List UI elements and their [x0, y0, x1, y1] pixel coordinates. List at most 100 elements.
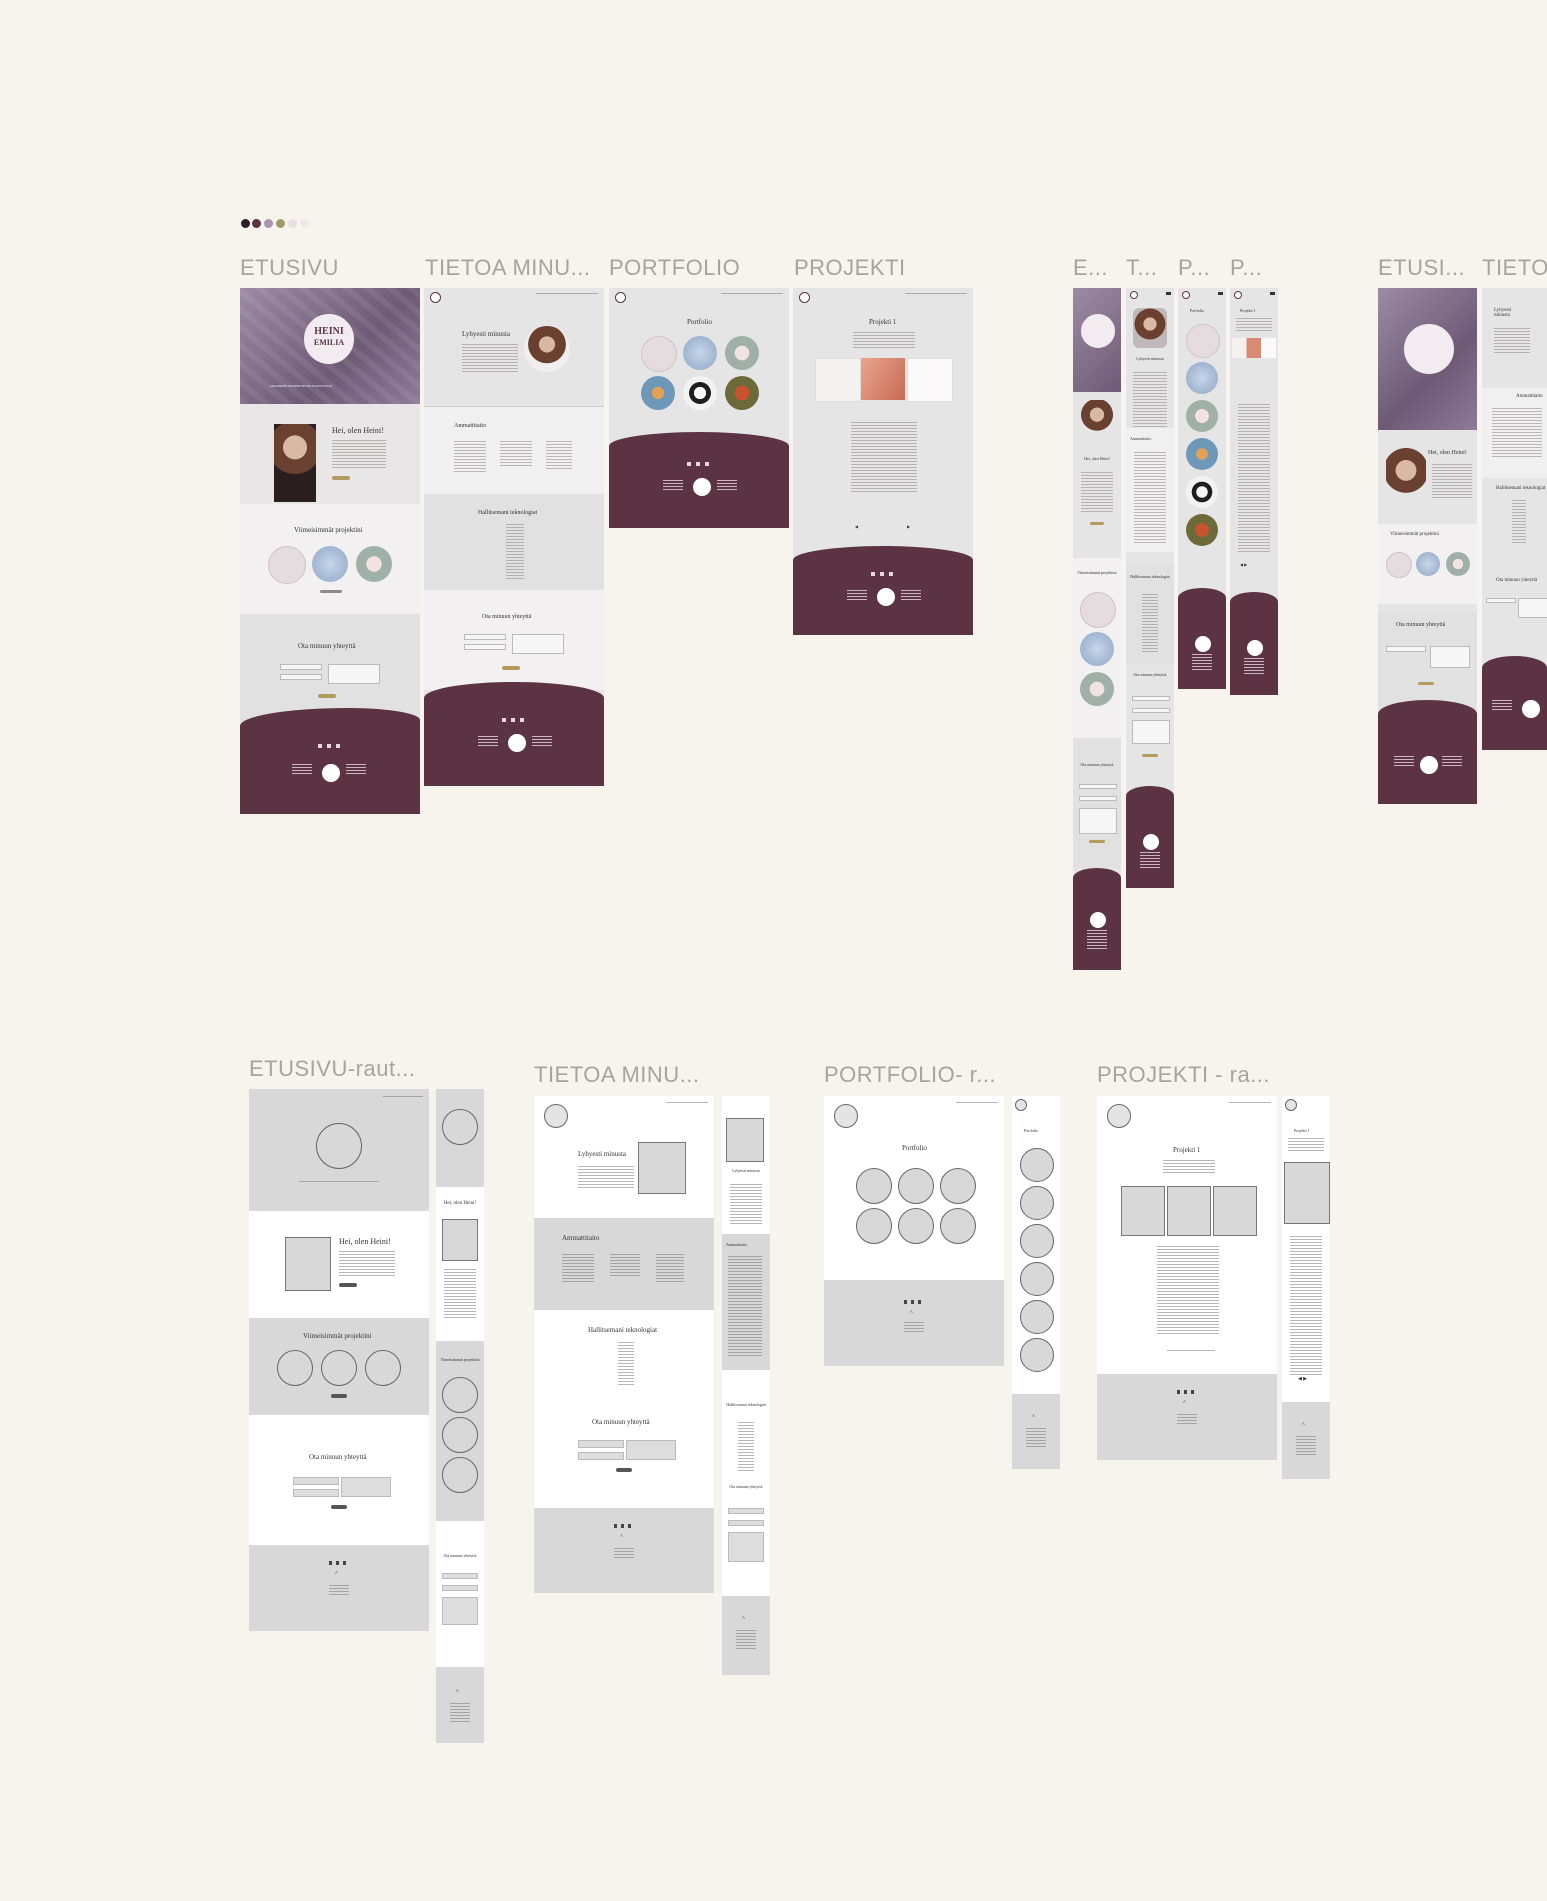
wire-footer-up-arrow[interactable]: ^	[742, 1616, 745, 1622]
wire-footer-social-icons[interactable]	[904, 1300, 924, 1304]
project-thumb-2[interactable]	[1416, 552, 1440, 576]
footer-links[interactable]	[1087, 930, 1107, 950]
menu-icon[interactable]	[1218, 292, 1223, 295]
frame-projekti[interactable]: Projekti 1 ◀ ▶	[793, 288, 973, 635]
contact-submit-button[interactable]	[502, 666, 520, 670]
contact-message-field[interactable]	[328, 664, 380, 684]
wire-frame-portfolio[interactable]: Portfolio ^	[824, 1096, 1004, 1366]
footer-links[interactable]	[1492, 700, 1512, 712]
wire-project-2[interactable]	[321, 1350, 357, 1386]
footer-logo[interactable]	[322, 764, 340, 782]
footer-links-left[interactable]	[478, 736, 498, 748]
wire-nav-links[interactable]	[1229, 1102, 1271, 1104]
portfolio-item-6[interactable]	[725, 376, 759, 410]
wire-project-2[interactable]	[442, 1417, 478, 1453]
frame-label-portfolio[interactable]: PORTFOLIO	[609, 255, 740, 281]
contact-name-field[interactable]	[464, 634, 506, 640]
footer-logo[interactable]	[693, 478, 711, 496]
wire-contact-message-field[interactable]	[442, 1597, 478, 1625]
wire-project-image-2[interactable]	[1167, 1186, 1211, 1236]
footer-links-right[interactable]	[532, 736, 552, 748]
wire-project-nav[interactable]	[1167, 1350, 1215, 1352]
wire-frame-tietoa[interactable]: Lyhyesti minusta Ammattitaito Hallitsema…	[534, 1096, 714, 1593]
wire-portfolio-item-3[interactable]	[940, 1168, 976, 1204]
nav-logo[interactable]	[1234, 291, 1242, 299]
wire-footer-links[interactable]	[329, 1585, 349, 1597]
contact-submit-button[interactable]	[318, 694, 336, 698]
wire-contact-name-field[interactable]	[578, 1440, 624, 1448]
project-thumb-2[interactable]	[1080, 632, 1114, 666]
wire-frame-etusivu[interactable]: Hei, olen Heini! Viimeisimmät projektini…	[249, 1089, 429, 1631]
nav-logo[interactable]	[615, 292, 626, 303]
contact-message-field[interactable]	[1518, 598, 1547, 618]
wire-contact-submit-button[interactable]	[616, 1468, 632, 1472]
frame-label-mobile-portfolio[interactable]: P...	[1178, 255, 1210, 281]
project-thumb-1[interactable]	[1080, 592, 1116, 628]
footer-social-icons[interactable]	[502, 718, 526, 722]
wire-footer-social-icons[interactable]	[614, 1524, 634, 1528]
frame-label-tablet-etusivu[interactable]: ETUSI...	[1378, 255, 1465, 281]
wire-contact-name-field[interactable]	[728, 1508, 764, 1514]
projects-button[interactable]	[320, 590, 342, 593]
footer-logo[interactable]	[1143, 834, 1159, 850]
wire-footer-social-icons[interactable]	[1177, 1390, 1197, 1394]
wire-contact-email-field[interactable]	[293, 1489, 339, 1497]
footer-links-right[interactable]	[1442, 756, 1462, 768]
wire-portfolio-item-6[interactable]	[1020, 1338, 1054, 1372]
contact-message-field[interactable]	[1079, 808, 1117, 834]
wire-portfolio-item-1[interactable]	[856, 1168, 892, 1204]
project-next-link[interactable]: ▶	[907, 524, 910, 529]
frame-etusivu[interactable]: HEINI EMILIA GRAAFINEN SUUNNITTELIJA JA …	[240, 288, 420, 814]
project-thumb-1[interactable]	[268, 546, 306, 584]
wire-frame-mobile-portfolio[interactable]: Portfolio ^	[1012, 1096, 1060, 1469]
frame-tablet-etusivu[interactable]: Hei, olen Heini! Viimeisimmät projektini…	[1378, 288, 1477, 804]
footer-links-left[interactable]	[847, 590, 867, 602]
portfolio-item-5[interactable]	[1186, 476, 1218, 508]
frame-label-tietoa[interactable]: TIETOA MINU...	[425, 255, 591, 281]
wire-nav-links[interactable]	[383, 1096, 423, 1098]
contact-name-field[interactable]	[280, 664, 322, 670]
project-nav-arrows[interactable]: ◀ ▶	[1240, 562, 1247, 567]
contact-message-field[interactable]	[512, 634, 564, 654]
nav-links[interactable]	[721, 293, 783, 295]
wire-contact-name-field[interactable]	[293, 1477, 339, 1485]
footer-links[interactable]	[1192, 654, 1212, 670]
portfolio-item-6[interactable]	[1186, 514, 1218, 546]
wire-footer-up-arrow[interactable]: ^	[620, 1534, 623, 1540]
menu-icon[interactable]	[1166, 292, 1171, 295]
footer-logo[interactable]	[1420, 756, 1438, 774]
wire-portfolio-item-3[interactable]	[1020, 1224, 1054, 1258]
portfolio-item-4[interactable]	[1186, 438, 1218, 470]
footer-logo[interactable]	[877, 588, 895, 606]
wire-project-image[interactable]	[1284, 1162, 1330, 1224]
contact-message-field[interactable]	[1430, 646, 1470, 668]
contact-name-field[interactable]	[1079, 784, 1117, 789]
footer-logo[interactable]	[1090, 912, 1106, 928]
portfolio-item-3[interactable]	[1186, 400, 1218, 432]
frame-label-mobile-projekti[interactable]: P...	[1230, 255, 1262, 281]
wire-nav-links[interactable]	[666, 1102, 708, 1104]
footer-social-icons[interactable]	[871, 572, 895, 576]
frame-label-projekti[interactable]: PROJEKTI	[794, 255, 906, 281]
wire-contact-message-field[interactable]	[728, 1532, 764, 1562]
frame-mobile-tietoa[interactable]: Lyhyesti minusta Ammattitaito Hallitsema…	[1126, 288, 1174, 888]
frame-label-tablet-tietoa[interactable]: TIETOA	[1482, 255, 1547, 281]
project-thumb-3[interactable]	[356, 546, 392, 582]
wire-portfolio-item-6[interactable]	[940, 1208, 976, 1244]
wire-footer-up-arrow[interactable]: ^	[335, 1571, 338, 1577]
swatch-6[interactable]	[300, 219, 309, 228]
wire-nav-logo[interactable]	[1285, 1099, 1297, 1111]
frame-label-etusivu[interactable]: ETUSIVU	[240, 255, 339, 281]
contact-submit-button[interactable]	[1142, 754, 1158, 757]
footer-links-left[interactable]	[292, 764, 312, 776]
menu-icon[interactable]	[1270, 292, 1275, 295]
portfolio-item-5[interactable]	[683, 376, 717, 410]
project-prev-link[interactable]: ◀	[855, 524, 858, 529]
nav-links[interactable]	[905, 293, 967, 295]
wire-footer-links[interactable]	[736, 1630, 756, 1650]
wire-frame-mobile-tietoa[interactable]: Lyhyesti minusta Ammattitaito Hallitsema…	[722, 1096, 770, 1675]
wire-portfolio-item-4[interactable]	[856, 1208, 892, 1244]
footer-logo[interactable]	[1522, 700, 1540, 718]
nav-logo[interactable]	[1130, 291, 1138, 299]
project-thumb-2[interactable]	[312, 546, 348, 582]
